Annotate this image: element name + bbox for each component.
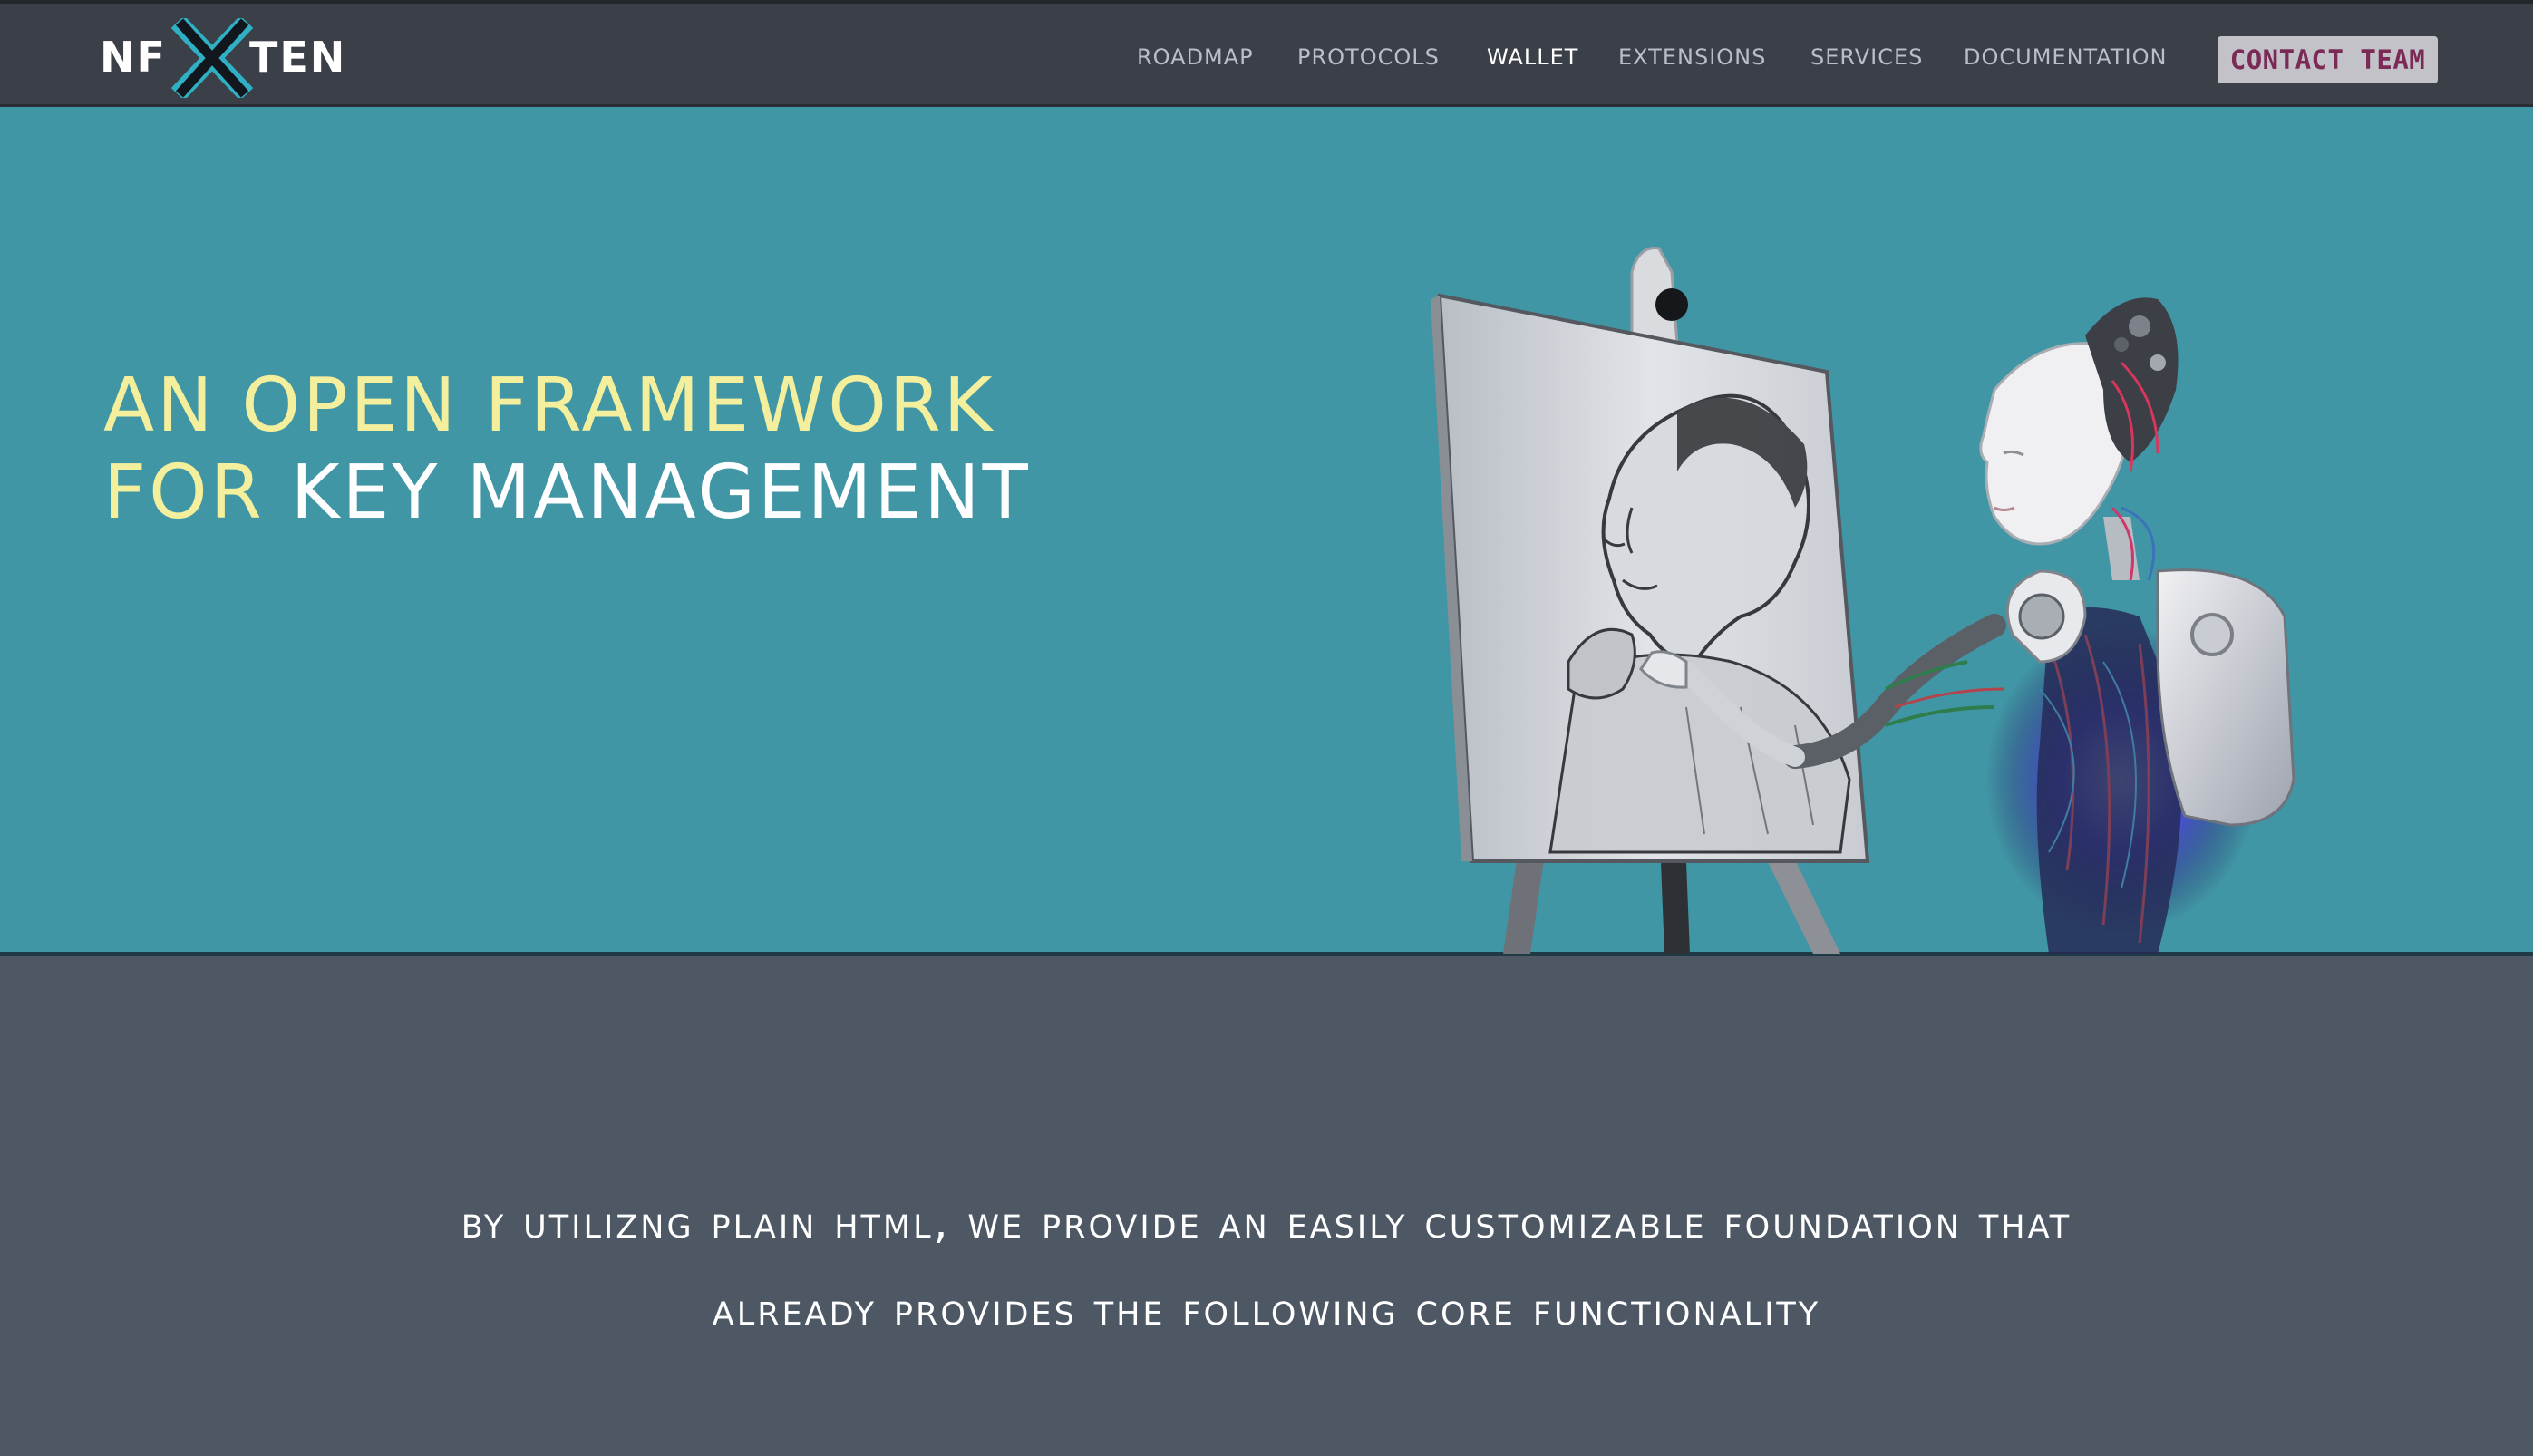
hero-headline: AN OPEN FRAMEWORK FOR KEY MANAGEMENT	[103, 363, 1031, 537]
headline-line-1: AN OPEN FRAMEWORK	[103, 363, 995, 449]
main-nav: ROADMAP PROTOCOLS WALLET EXTENSIONS SERV…	[0, 4, 2533, 111]
nav-item-documentation[interactable]: DOCUMENTATION	[1964, 44, 2167, 70]
nav-item-roadmap[interactable]: ROADMAP	[1137, 44, 1254, 70]
nav-item-extensions[interactable]: EXTENSIONS	[1618, 44, 1766, 70]
robot-painter-illustration	[1431, 247, 2295, 954]
tagline-line-1: By utilizng plain HTML, we provide an ea…	[461, 1196, 2072, 1248]
navbar: NF TEN ROADMAP PROTOCOLS WALLET EXTENSIO…	[0, 0, 2533, 107]
headline-line-2: FOR KEY MANAGEMENT	[103, 450, 1031, 537]
contact-team-button[interactable]: CONTACT TEAM	[2218, 36, 2438, 83]
headline-key-management: KEY MANAGEMENT	[290, 450, 1031, 536]
nav-item-protocols[interactable]: PROTOCOLS	[1297, 44, 1440, 70]
nav-item-services[interactable]: SERVICES	[1810, 44, 1923, 70]
headline-for: FOR	[103, 450, 291, 536]
tagline: By utilizng plain HTML, we provide an ea…	[91, 1179, 2442, 1353]
nav-item-wallet[interactable]: WALLET	[1487, 44, 1578, 70]
tagline-line-2: already provides the following core func…	[712, 1283, 1821, 1335]
